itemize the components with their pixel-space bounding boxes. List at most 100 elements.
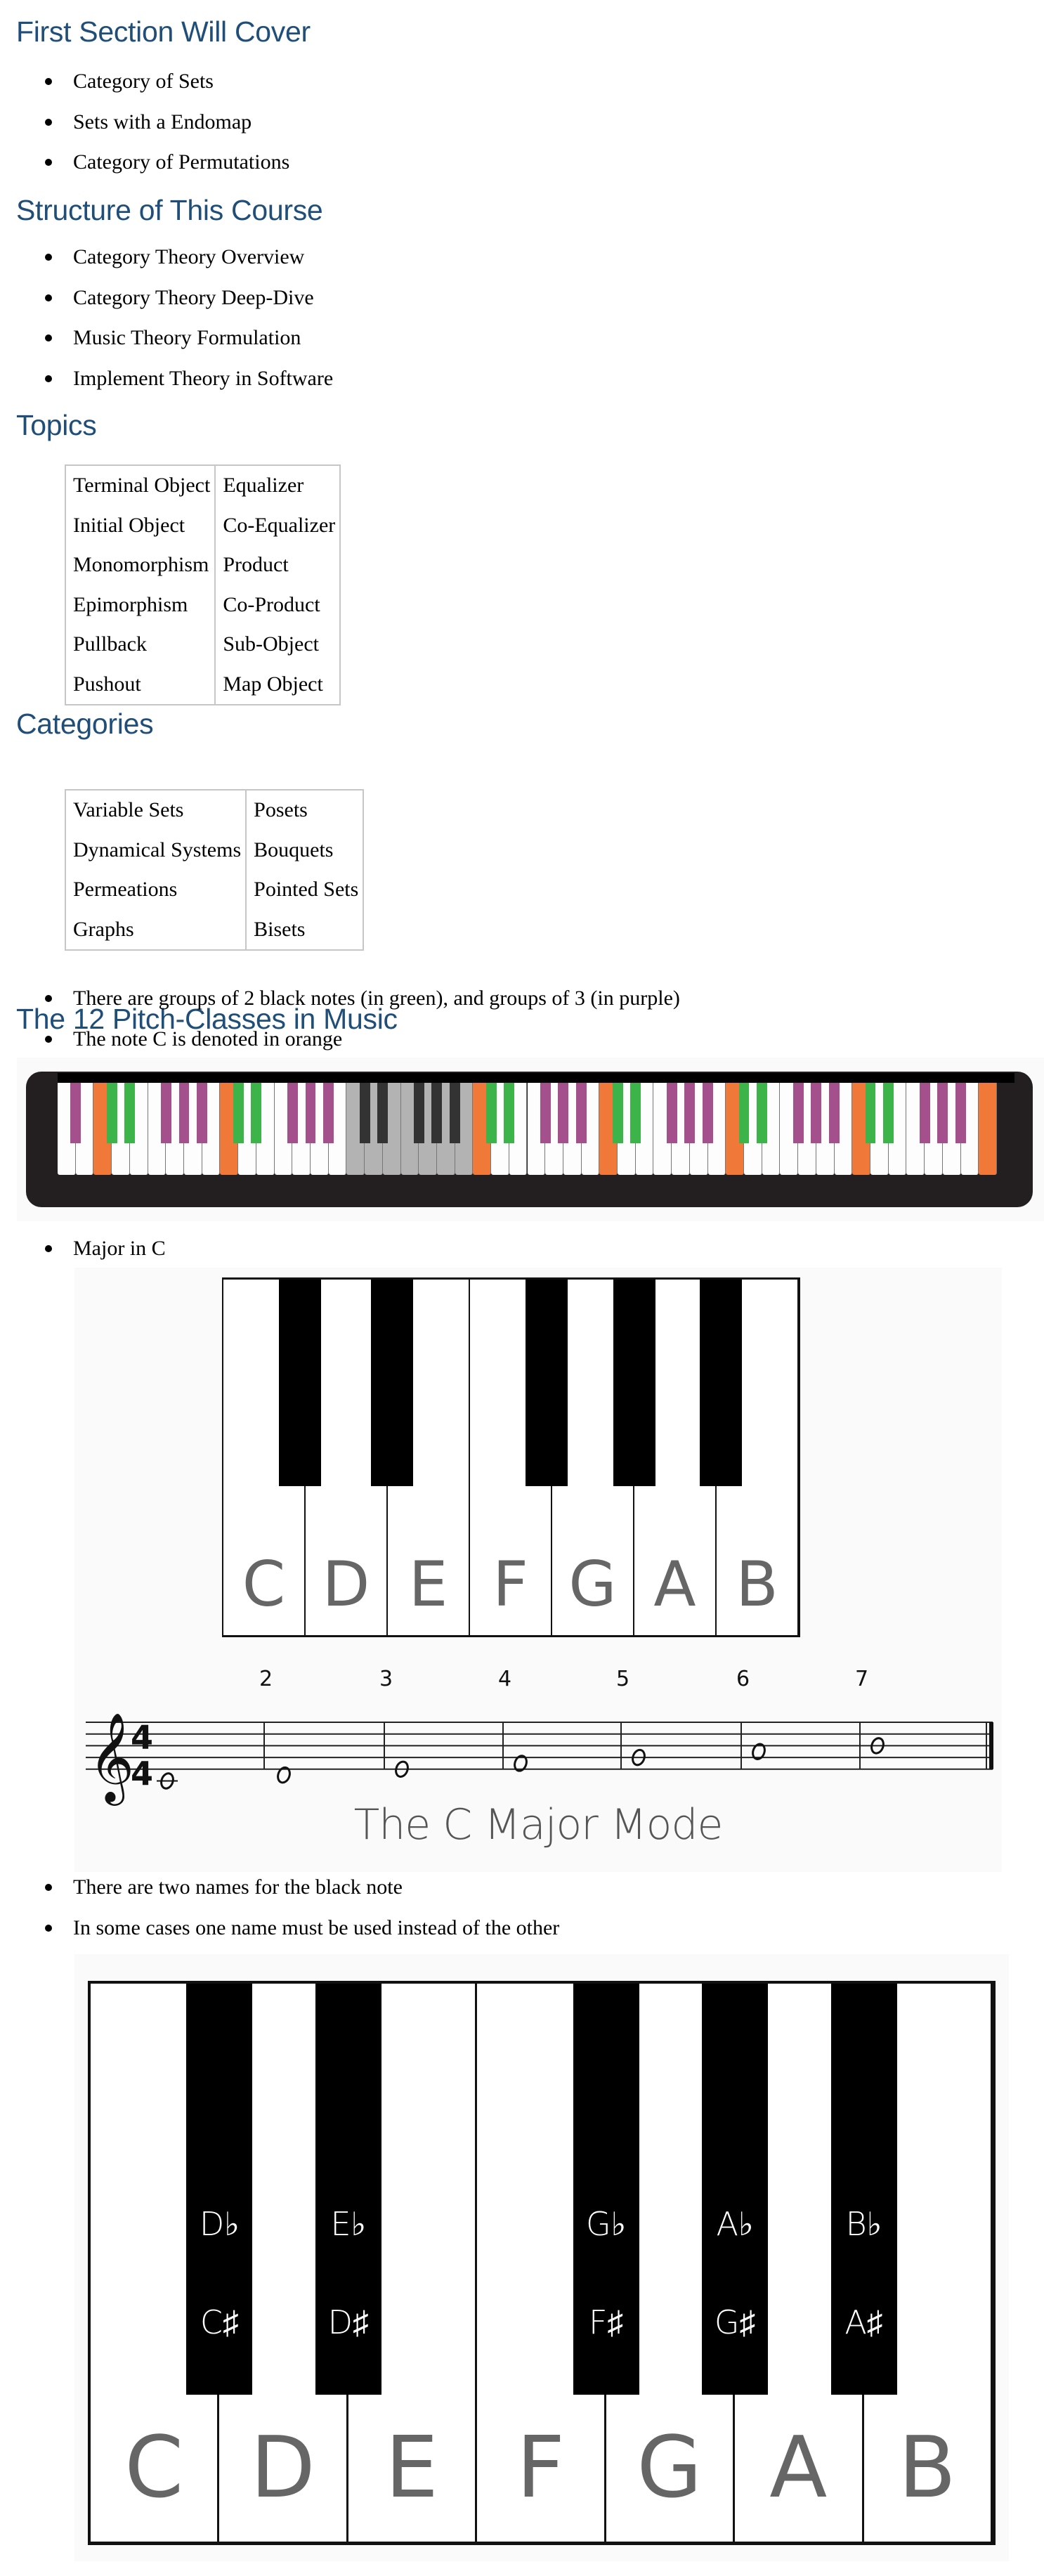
black-key-three-group <box>413 1083 424 1143</box>
heading-first-section: First Section Will Cover <box>16 15 311 48</box>
list-item-text: In some cases one name must be used inst… <box>73 1915 560 1939</box>
list-item-text: There are groups of 2 black notes (in gr… <box>73 987 680 1010</box>
list-item-text: The note C is denoted in orange <box>73 1027 343 1050</box>
table-cell: Pullback <box>64 625 216 665</box>
black-key-three-group <box>197 1083 208 1143</box>
table-cell: Epimorphism <box>64 585 216 625</box>
key-label: D <box>322 1548 370 1620</box>
bullet-icon <box>45 118 52 126</box>
key-label: C <box>242 1548 286 1620</box>
table-row: Epimorphism Co-Product <box>64 585 341 625</box>
keyboard-top-strip <box>58 1073 1014 1083</box>
table-cell: Monomorphism <box>64 545 216 585</box>
black-key-three-group <box>540 1083 551 1143</box>
bullet-icon <box>45 294 52 301</box>
heading-topics: Topics <box>16 409 97 441</box>
table-cell: Product <box>214 545 341 585</box>
black-key-three-group <box>811 1083 822 1143</box>
black-key-three-group <box>937 1083 948 1143</box>
black-key-two-group <box>630 1083 641 1143</box>
table-row: Variable Sets Posets <box>64 790 365 831</box>
black-key-three-group <box>829 1083 840 1143</box>
table-cell: Map Object <box>214 664 341 705</box>
black-key: D♭ C♯ <box>186 1984 253 2395</box>
enharmonic-keyboard: C D E F G A B D♭ C♯ E♭ D♯ G♭ F♯ A♭ G♯ B♭ A♯ <box>88 1981 996 2545</box>
table-cell: Graphs <box>64 909 247 950</box>
black-key-two-group <box>124 1083 136 1143</box>
enharmonic-keyboard-image: C D E F G A B D♭ C♯ E♭ D♯ G♭ F♯ A♭ G♯ B♭ A♯ <box>74 1954 1009 2561</box>
list-item: Music Theory Formulation <box>0 318 333 358</box>
key-label: E <box>385 2419 438 2517</box>
table-cell: Terminal Object <box>64 465 216 506</box>
list-major: Major in C <box>0 1228 166 1269</box>
black-key-two-group <box>251 1083 262 1143</box>
list-item: There are two names for the black note <box>0 1867 559 1908</box>
list-item: Category of Sets <box>0 61 289 102</box>
black-key-two-group <box>233 1083 244 1143</box>
black-key-three-group <box>70 1083 81 1143</box>
table-cell: Initial Object <box>64 505 216 545</box>
black-key-three-group <box>558 1083 569 1143</box>
table-row: Pullback Sub-Object <box>64 625 341 665</box>
measure-number: 6 <box>736 1667 750 1691</box>
black-key-three-group <box>703 1083 714 1143</box>
bullet-icon <box>45 1884 52 1891</box>
table-row: Permeations Pointed Sets <box>64 870 365 910</box>
time-signature-bottom: 4 <box>131 1755 153 1793</box>
black-key-two-group <box>485 1083 497 1143</box>
list-item: Implement Theory in Software <box>0 358 333 399</box>
keyboard-keys <box>58 1083 997 1175</box>
key-label: F <box>516 2419 565 2517</box>
black-key-two-group <box>865 1083 876 1143</box>
black-key-three-group <box>178 1083 190 1143</box>
measure-number: 2 <box>259 1667 273 1691</box>
bullet-icon <box>45 995 52 1002</box>
measure-number: 3 <box>379 1667 393 1691</box>
table-cell: Variable Sets <box>64 790 247 831</box>
table-row: Monomorphism Product <box>64 545 341 585</box>
list-item: In some cases one name must be used inst… <box>0 1908 559 1949</box>
table-row: Terminal Object Equalizer <box>64 465 341 506</box>
sharp-name: F♯ <box>588 2303 624 2341</box>
list-item-text: Category Theory Overview <box>73 245 305 268</box>
c-major-keyboard: CDEFGAB <box>222 1277 800 1637</box>
black-key: E♭ D♯ <box>315 1984 381 2395</box>
flat-name: D♭ <box>199 2205 240 2243</box>
black-key-three-group <box>450 1083 461 1143</box>
heading-categories: Categories <box>16 708 154 740</box>
table-row: Pushout Map Object <box>64 664 341 705</box>
white-key-c <box>979 1083 997 1175</box>
black-key <box>700 1280 742 1486</box>
sharp-name: G♯ <box>714 2303 756 2341</box>
measure-number: 4 <box>498 1667 511 1691</box>
list-item: Sets with a Endomap <box>0 102 289 143</box>
treble-clef-icon: 𝄞 <box>89 1712 134 1806</box>
black-key-two-group <box>377 1083 389 1143</box>
list-item-text: Sets with a Endomap <box>73 110 252 134</box>
key-label: B <box>736 1548 778 1620</box>
black-key-three-group <box>323 1083 334 1143</box>
sharp-name: A♯ <box>844 2303 883 2341</box>
list-item: Category Theory Overview <box>0 237 333 278</box>
sharp-name: D♯ <box>327 2303 370 2341</box>
staff: 𝄞442 3 4 5 6 7 <box>86 1667 993 1806</box>
table-cell: Sub-Object <box>214 625 341 665</box>
bullet-icon <box>45 78 52 85</box>
black-key: B♭ A♯ <box>830 1984 897 2395</box>
topics-table: Terminal Object Equalizer Initial Object Co… <box>64 464 341 705</box>
black-key-three-group <box>576 1083 587 1143</box>
black-key-two-group <box>738 1083 750 1143</box>
key-label: A <box>653 1548 696 1620</box>
c-major-mode-image: CDEFGAB 𝄞 4 4 2 3 4 5 6 7 The C Major Mode <box>74 1268 1002 1872</box>
table-cell: Pushout <box>64 664 216 705</box>
flat-name: G♭ <box>586 2205 627 2243</box>
key-label: F <box>492 1548 528 1620</box>
list-item-text: Category Theory Deep-Dive <box>73 285 314 309</box>
key-label: A <box>769 2419 828 2517</box>
flat-name: B♭ <box>845 2205 882 2243</box>
black-key-three-group <box>305 1083 316 1143</box>
key-label: G <box>568 1548 617 1620</box>
final-bar-thick <box>989 1722 993 1769</box>
bullet-icon <box>45 1245 52 1252</box>
black-key-two-group <box>883 1083 894 1143</box>
